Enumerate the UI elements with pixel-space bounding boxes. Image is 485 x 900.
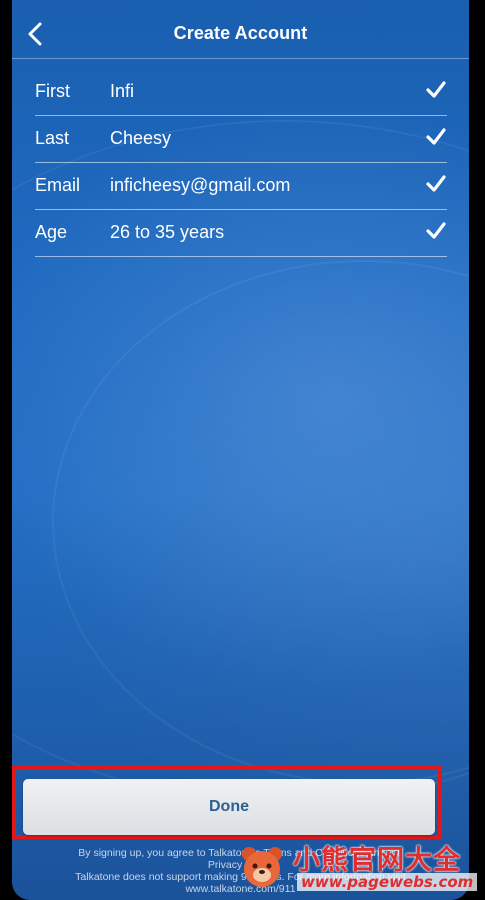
emergency-link[interactable]: www.talkatone.com/911 (22, 883, 459, 895)
account-form: First Infi Last Cheesy Email inficheesy@… (35, 69, 447, 257)
field-label: Age (35, 222, 68, 242)
field-label: First (35, 81, 70, 101)
privacy-policy-link[interactable]: Privacy Policy (22, 859, 459, 871)
emergency-notice: Talkatone does not support making 911 ca… (75, 871, 406, 883)
terms-text[interactable]: By signing up, you agree to Talkatone's … (22, 847, 459, 859)
checkmark-icon (426, 81, 446, 98)
done-button[interactable]: Done (23, 779, 435, 835)
checkmark-icon (426, 128, 446, 145)
first-name-field[interactable]: Infi (110, 81, 134, 102)
create-account-screen: Create Account First Infi Last Cheesy Em… (12, 0, 469, 900)
last-name-field[interactable]: Cheesy (110, 128, 171, 149)
legal-footer: By signing up, you agree to Talkatone's … (22, 847, 459, 895)
checkmark-icon (426, 175, 446, 192)
nav-header: Create Account (12, 0, 469, 59)
page-title: Create Account (173, 23, 308, 43)
form-row-first[interactable]: First Infi (35, 69, 447, 116)
field-label: Last (35, 128, 70, 148)
checkmark-icon (426, 222, 446, 239)
form-row-last[interactable]: Last Cheesy (35, 116, 447, 163)
form-row-email[interactable]: Email inficheesy@gmail.com (35, 163, 447, 210)
field-label: Email (35, 175, 81, 195)
email-field[interactable]: inficheesy@gmail.com (110, 175, 290, 196)
age-field[interactable]: 26 to 35 years (110, 222, 224, 243)
form-row-age[interactable]: Age 26 to 35 years (35, 210, 447, 257)
